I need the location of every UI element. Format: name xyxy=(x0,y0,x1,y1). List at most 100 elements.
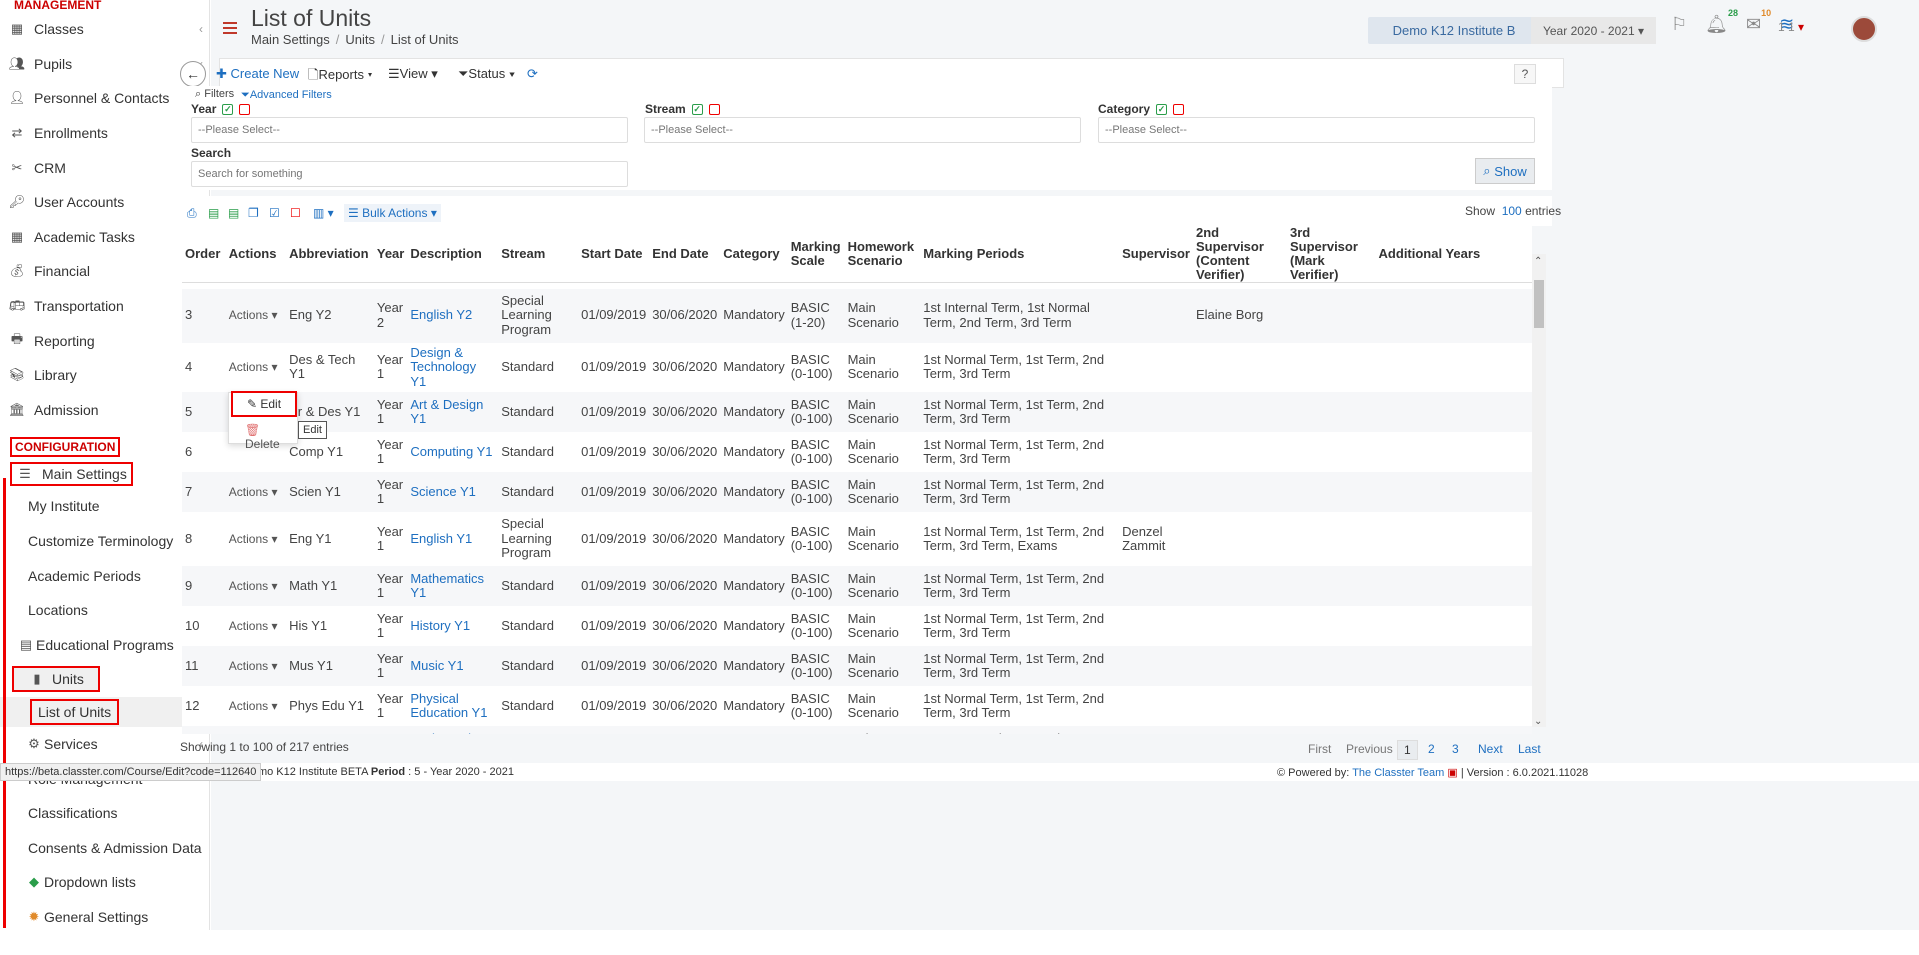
unit-description-link[interactable]: Physical Education Y1 xyxy=(410,691,487,721)
category-filter-select[interactable]: --Please Select-- xyxy=(1098,117,1535,143)
print-icon[interactable]: ⎙ xyxy=(187,206,197,221)
table-row[interactable]: 3 Actions ▾ Eng Y2 Year 2 English Y2 Special … xyxy=(182,288,1532,343)
sidebar-item-financial[interactable]: 💰︎Financial‹ xyxy=(0,254,209,289)
sidebar-item-my-institute[interactable]: My Institute xyxy=(0,489,209,524)
sidebar-item-reporting[interactable]: 🖶Reporting‹ xyxy=(0,323,209,358)
table-row[interactable]: 10 Actions ▾ His Y1 Year 1 History Y1 Standar… xyxy=(182,606,1532,646)
row-actions-button[interactable]: Actions ▾ xyxy=(225,646,287,686)
pagination-last[interactable]: Last xyxy=(1518,742,1541,756)
column-header[interactable]: Order xyxy=(182,226,226,283)
unit-description-link[interactable]: Music Y1 xyxy=(410,658,463,673)
clear-icon[interactable] xyxy=(239,104,251,116)
bell-icon[interactable]: 🔔︎ 28 xyxy=(1705,8,1738,35)
row-actions-button[interactable]: Actions ▾ xyxy=(226,343,286,393)
row-actions-button[interactable]: Actions ▾ xyxy=(225,472,287,512)
create-new-button[interactable]: ✚ Create New xyxy=(216,66,299,82)
bulk-actions-button[interactable]: ☰ Bulk Actions ▾ xyxy=(344,204,441,222)
search-input[interactable] xyxy=(191,161,628,187)
sidebar-item-academic-periods[interactable]: Academic Periods xyxy=(0,558,209,593)
menu-toggle-icon[interactable] xyxy=(223,22,237,34)
copy-icon[interactable]: ❐ xyxy=(248,206,259,220)
select-all-icon[interactable]: ✓ xyxy=(222,104,234,116)
sidebar-item-user-accounts[interactable]: 🔑︎User Accounts‹ xyxy=(0,185,209,220)
avatar[interactable] xyxy=(1851,16,1877,42)
table-row[interactable]: 7 Actions ▾ Scien Y1 Year 1 Science Y1 Standa… xyxy=(182,472,1532,512)
unit-description-link[interactable]: English Y1 xyxy=(410,531,472,546)
column-header[interactable]: Year xyxy=(373,226,408,283)
table-scrollbar[interactable]: ⌃ ⌄ xyxy=(1532,254,1546,727)
unit-description-link[interactable]: Design & Technology Y1 xyxy=(410,345,476,389)
envelope-icon[interactable]: ✉ 10 xyxy=(1746,8,1771,35)
column-header[interactable]: Start Date xyxy=(578,226,650,283)
column-header[interactable]: Additional Years xyxy=(1375,226,1532,283)
flag-icon[interactable]: ⚐ xyxy=(1671,14,1687,35)
institute-selector[interactable]: Demo K12 Institute B xyxy=(1368,17,1540,44)
pagination-page-1[interactable]: 1 xyxy=(1397,740,1418,760)
column-header[interactable]: 2nd Supervisor (Content Verifier) xyxy=(1193,226,1287,283)
row-actions-button[interactable]: Actions ▾ xyxy=(226,512,286,566)
column-header[interactable]: Marking Scale xyxy=(787,226,845,283)
table-row[interactable]: 9 Actions ▾ Math Y1 Year 1 Mathematics Y1 Sta… xyxy=(182,566,1532,606)
sidebar-item-dropdown-lists[interactable]: ◆ Dropdown lists xyxy=(0,865,209,900)
sidebar-item-general-settings[interactable]: ✹ General Settings xyxy=(0,900,209,930)
column-header[interactable]: End Date xyxy=(649,226,721,283)
row-actions-button[interactable]: Actions ▾ xyxy=(225,288,287,343)
pagination-page-2[interactable]: 2 xyxy=(1428,742,1435,756)
scroll-down-icon[interactable]: ⌄ xyxy=(1534,716,1542,727)
select-all-icon[interactable]: ✓ xyxy=(691,104,703,116)
table-row[interactable]: 5Actions ▾Ar & Des Y1Year 1Art & Design … xyxy=(182,392,1532,432)
columns-icon[interactable]: ▥ ▾ xyxy=(313,206,334,220)
table-row[interactable]: 8 Actions ▾ Eng Y1 Year 1 English Y1 Special … xyxy=(182,512,1532,566)
pagination-first[interactable]: First xyxy=(1308,742,1331,756)
sidebar-item-services[interactable]: ⚙ Services ‹ xyxy=(0,727,209,762)
column-header[interactable]: Category xyxy=(720,226,788,283)
entries-count-select[interactable]: 100 xyxy=(1502,204,1522,218)
sidebar-item-library[interactable]: 📚︎Library‹ xyxy=(0,358,209,393)
sidebar-item-classes[interactable]: ▦ Classes ‹ xyxy=(0,12,209,47)
sidebar-item-crm[interactable]: ✂CRM‹ xyxy=(0,150,209,185)
scrollbar-thumb[interactable] xyxy=(1534,280,1544,328)
advanced-filters-link[interactable]: ⏷Advanced Filters xyxy=(241,89,332,102)
show-button[interactable]: ⌕ Show xyxy=(1475,158,1535,184)
row-actions-button[interactable]: Actions ▾ xyxy=(225,726,287,734)
breadcrumb-item[interactable]: Main Settings xyxy=(251,32,330,47)
sidebar-item-classifications[interactable]: Classifications xyxy=(0,796,209,831)
sidebar-item-pupils[interactable]: 👥︎Pupils‹ xyxy=(0,47,209,82)
unit-description-link[interactable]: English Y2 xyxy=(410,307,472,323)
table-row[interactable]: 4 Actions ▾ Des & Tech Y1 Year 1 Design & Te… xyxy=(182,343,1532,393)
sidebar-item-consents-admission-data[interactable]: Consents & Admission Data xyxy=(0,830,209,865)
unit-description-link[interactable]: Mathematics Y2 xyxy=(410,731,484,734)
unit-description-link[interactable]: Computing Y1 xyxy=(410,444,492,459)
select-all-icon[interactable]: ✓ xyxy=(1156,104,1168,116)
excel-icon[interactable]: ▤ xyxy=(228,206,239,220)
view-button[interactable]: ☰View ▾ xyxy=(388,66,438,82)
pagination-next[interactable]: Next xyxy=(1478,742,1503,756)
row-actions-button[interactable]: Actions ▾ xyxy=(225,566,287,606)
column-header[interactable]: 3rd Supervisor (Mark Verifier) xyxy=(1287,226,1376,283)
sidebar-item-units[interactable]: ▮ Units ⌄ xyxy=(0,662,209,697)
year-filter-select[interactable]: --Please Select-- xyxy=(191,117,628,143)
table-row[interactable]: 11 Actions ▾ Mus Y1 Year 1 Music Y1 Standard 0… xyxy=(182,646,1532,686)
reports-button[interactable]: 🗋︎Reports ▾ xyxy=(308,66,372,88)
uncheck-all-icon[interactable]: ☐ xyxy=(290,206,301,220)
sidebar-item-educational-programs[interactable]: ▤Educational Programs‹ xyxy=(0,628,209,663)
refresh-icon[interactable]: ⟳ xyxy=(527,66,538,82)
column-header[interactable]: Homework Scenario xyxy=(844,226,921,283)
pagination-previous[interactable]: Previous xyxy=(1346,742,1393,756)
user-menu[interactable]: 1 1 ▾ xyxy=(1778,20,1804,34)
column-header[interactable]: Description xyxy=(407,226,499,283)
sidebar-item-transportation[interactable]: 🚌︎Transportation‹ xyxy=(0,289,209,324)
sidebar-item-list-of-units[interactable]: List of Units xyxy=(0,696,209,727)
row-actions-button[interactable]: Actions ▾ xyxy=(226,606,286,646)
clear-icon[interactable] xyxy=(1173,104,1185,116)
table-row[interactable]: 13Actions ▾Maths Y2Year 2Mathematics Y2 S… xyxy=(182,726,1532,734)
column-header[interactable]: Supervisor xyxy=(1119,226,1193,283)
unit-description-link[interactable]: Science Y1 xyxy=(410,484,476,499)
column-header[interactable]: Abbreviation xyxy=(286,226,374,283)
clear-icon[interactable] xyxy=(708,104,720,116)
back-arrow-icon[interactable]: ← xyxy=(180,61,206,87)
status-button[interactable]: ⏷Status ▾ xyxy=(458,66,515,82)
team-link[interactable]: The Classter Team xyxy=(1352,767,1444,779)
scroll-up-icon[interactable]: ⌃ xyxy=(1534,256,1542,267)
sidebar-item-main-settings[interactable]: ☰ Main Settings ⌄ xyxy=(0,459,209,489)
